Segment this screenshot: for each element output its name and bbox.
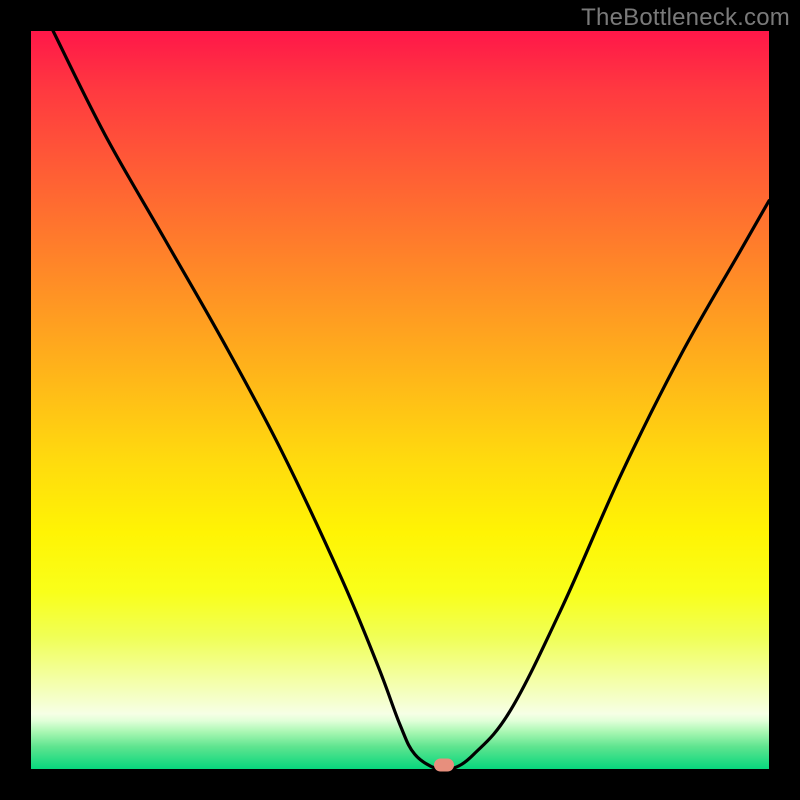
bottleneck-curve [31, 31, 769, 769]
watermark-text: TheBottleneck.com [581, 4, 790, 32]
chart-frame: TheBottleneck.com [0, 0, 800, 800]
minimum-marker [434, 759, 454, 772]
plot-area [31, 31, 769, 769]
